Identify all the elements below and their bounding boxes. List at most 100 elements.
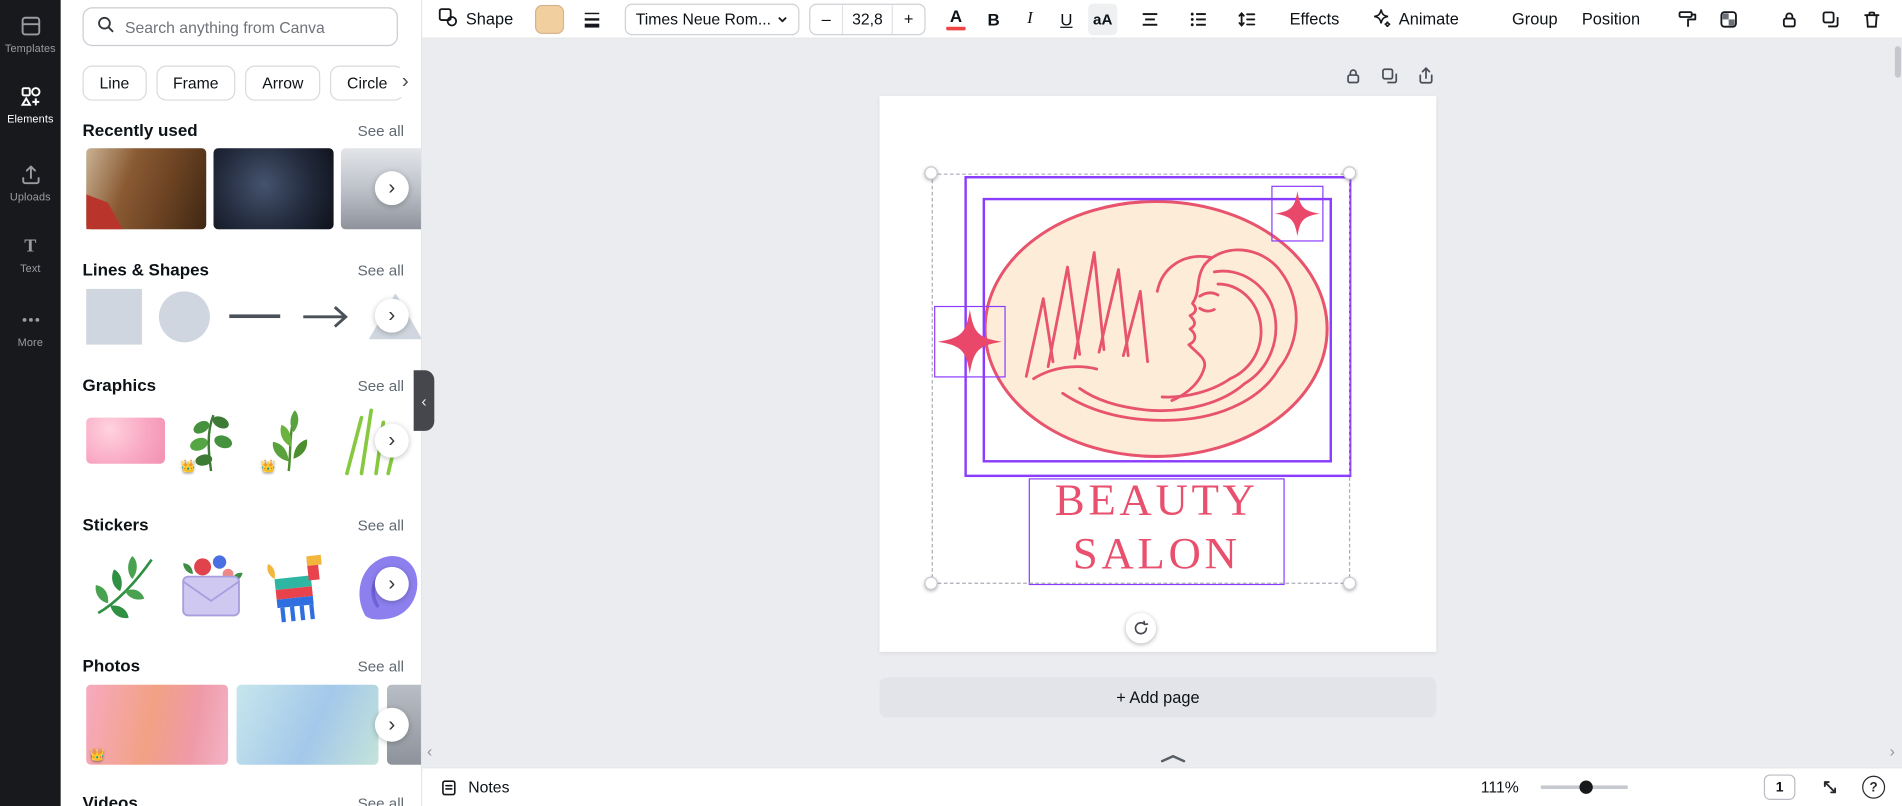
sparkle-star-small[interactable] bbox=[1271, 186, 1323, 242]
see-all-link[interactable]: See all bbox=[358, 517, 404, 534]
rail-item-elements[interactable]: Elements bbox=[0, 70, 61, 138]
selection-handle-sw[interactable] bbox=[924, 576, 938, 590]
rail-item-label: Elements bbox=[7, 112, 54, 125]
animate-label: Animate bbox=[1398, 9, 1459, 28]
see-all-link[interactable]: See all bbox=[358, 378, 404, 395]
chips-next-icon[interactable]: › bbox=[389, 67, 414, 98]
zoom-slider-thumb[interactable] bbox=[1579, 780, 1594, 794]
font-size-value[interactable]: 32,8 bbox=[841, 4, 893, 34]
rail-item-label: Templates bbox=[4, 41, 56, 55]
vertical-scrollbar-thumb[interactable] bbox=[1894, 46, 1901, 78]
templates-icon bbox=[19, 14, 42, 37]
collapse-bottom-bar-button[interactable] bbox=[1154, 751, 1193, 766]
group-button[interactable]: Group bbox=[1512, 10, 1558, 28]
canva-app: Templates Elements Uploads T Text More S… bbox=[0, 0, 1902, 806]
see-all-link[interactable]: See all bbox=[358, 795, 404, 806]
rotate-handle[interactable] bbox=[1125, 613, 1157, 644]
duplicate-button[interactable] bbox=[1815, 3, 1847, 35]
rail-item-more[interactable]: More bbox=[0, 294, 61, 362]
design-headline[interactable]: BEAUTY SALON bbox=[1029, 475, 1285, 582]
rail-item-uploads[interactable]: Uploads bbox=[0, 148, 61, 216]
design-page[interactable]: BEAUTY SALON bbox=[879, 95, 1437, 652]
hscroll-right-icon[interactable]: › bbox=[1890, 742, 1895, 760]
shape-arrow[interactable] bbox=[297, 288, 353, 345]
italic-button[interactable]: I bbox=[1015, 3, 1044, 35]
transparency-button[interactable] bbox=[1713, 3, 1745, 35]
font-size-decrease-button[interactable]: – bbox=[810, 4, 842, 33]
see-all-link[interactable]: See all bbox=[358, 123, 404, 140]
chip-frame[interactable]: Frame bbox=[155, 65, 236, 101]
animate-button[interactable]: Animate bbox=[1371, 7, 1459, 31]
chevron-down-icon bbox=[778, 16, 787, 22]
carousel-next-button[interactable]: › bbox=[374, 298, 409, 333]
fullscreen-button[interactable] bbox=[1820, 777, 1841, 798]
recent-thumb-1[interactable] bbox=[86, 148, 207, 230]
shape-line[interactable] bbox=[227, 288, 283, 345]
list-button[interactable] bbox=[1183, 3, 1215, 35]
border-style-button[interactable] bbox=[576, 3, 608, 35]
hscroll-left-icon[interactable]: ‹ bbox=[427, 742, 432, 760]
graphic-plant-2[interactable]: 👑 bbox=[257, 405, 325, 475]
sticker-pinata[interactable] bbox=[261, 544, 339, 624]
effects-button[interactable]: Effects bbox=[1290, 10, 1340, 28]
underline-button[interactable]: U bbox=[1052, 3, 1081, 35]
copy-style-button[interactable] bbox=[1672, 3, 1704, 35]
photo-thumb-1[interactable]: 👑 bbox=[86, 684, 229, 765]
rail-item-text[interactable]: T Text bbox=[0, 221, 61, 289]
graphics-row: 👑 👑 bbox=[86, 405, 421, 476]
design-canvas[interactable]: BEAUTY SALON + Add page ‹ › bbox=[422, 38, 1902, 768]
photo-thumb-2[interactable] bbox=[236, 684, 379, 765]
search-input[interactable] bbox=[124, 17, 385, 36]
sticker-leaves[interactable] bbox=[86, 544, 164, 624]
alignment-button[interactable] bbox=[1134, 3, 1166, 35]
font-family-select[interactable]: Times Neue Rom... bbox=[624, 3, 800, 35]
selection-handle-ne[interactable] bbox=[1342, 166, 1357, 180]
shape-menu-button[interactable]: Shape bbox=[437, 6, 513, 31]
share-page-button[interactable] bbox=[1416, 66, 1437, 87]
lock-page-button[interactable] bbox=[1343, 66, 1364, 87]
duplicate-page-button[interactable] bbox=[1379, 66, 1400, 87]
shape-circle[interactable] bbox=[156, 288, 212, 345]
spacing-button[interactable] bbox=[1231, 3, 1263, 35]
text-case-button[interactable]: aA bbox=[1088, 3, 1118, 35]
filter-chips: Line Frame Arrow Circle Square bbox=[82, 65, 412, 101]
position-button[interactable]: Position bbox=[1582, 10, 1640, 28]
carousel-next-button[interactable]: › bbox=[374, 171, 409, 206]
lock-button[interactable] bbox=[1774, 3, 1806, 35]
panel-collapse-tab[interactable]: ‹ bbox=[413, 370, 435, 431]
share-icon bbox=[1419, 66, 1433, 84]
shape-label: Shape bbox=[465, 9, 514, 28]
help-button[interactable]: ? bbox=[1862, 775, 1886, 799]
carousel-next-button[interactable]: › bbox=[374, 423, 409, 458]
search-box bbox=[82, 7, 398, 47]
side-rail: Templates Elements Uploads T Text More bbox=[0, 0, 61, 806]
sticker-envelope-flowers[interactable] bbox=[173, 544, 251, 624]
carousel-next-button[interactable]: › bbox=[374, 707, 409, 742]
carousel-next-button[interactable]: › bbox=[374, 566, 409, 601]
notes-button[interactable]: Notes bbox=[439, 778, 509, 797]
zoom-slider[interactable] bbox=[1540, 780, 1628, 794]
recent-thumb-2[interactable] bbox=[213, 148, 334, 230]
fill-color-swatch[interactable] bbox=[535, 4, 565, 34]
shape-square[interactable] bbox=[86, 288, 142, 345]
selection-handle-se[interactable] bbox=[1342, 576, 1357, 590]
circle-shape bbox=[158, 290, 210, 342]
graphic-plant-1[interactable]: 👑 bbox=[177, 405, 245, 475]
bold-button[interactable]: B bbox=[979, 3, 1008, 35]
see-all-link[interactable]: See all bbox=[358, 658, 404, 675]
sparkle-star-large[interactable] bbox=[934, 306, 1006, 378]
text-color-button[interactable]: A bbox=[940, 3, 972, 35]
font-size-increase-button[interactable]: + bbox=[893, 4, 925, 33]
add-page-button[interactable]: + Add page bbox=[879, 677, 1437, 718]
chip-line[interactable]: Line bbox=[82, 65, 147, 101]
section-recently-used: Recently used See all bbox=[82, 120, 403, 139]
see-all-link[interactable]: See all bbox=[358, 262, 404, 279]
graphic-pink-gradient[interactable] bbox=[86, 417, 165, 464]
rail-item-templates[interactable]: Templates bbox=[0, 0, 61, 68]
elements-icon bbox=[19, 84, 42, 107]
notes-icon bbox=[442, 779, 456, 795]
delete-button[interactable] bbox=[1856, 3, 1888, 35]
selection-handle-nw[interactable] bbox=[924, 166, 938, 180]
chip-arrow[interactable]: Arrow bbox=[245, 65, 321, 101]
page-indicator[interactable]: 1 bbox=[1763, 774, 1796, 800]
